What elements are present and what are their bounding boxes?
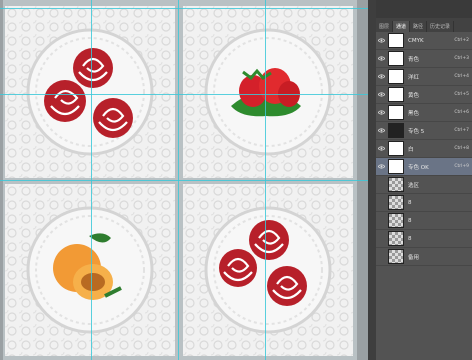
channel-name: 8 xyxy=(408,199,412,206)
tile-apricot xyxy=(5,184,175,356)
document-canvas[interactable] xyxy=(0,0,368,360)
visibility-eye-icon[interactable] xyxy=(376,122,387,139)
channel-shortcut: Ctrl+8 xyxy=(454,146,469,151)
tile-roses-bottom-right xyxy=(183,184,353,356)
visibility-eye-icon[interactable] xyxy=(376,158,387,175)
visibility-eye-icon[interactable] xyxy=(376,50,387,67)
channel-name: 青色 xyxy=(408,56,420,63)
channel-shortcut: Ctrl+9 xyxy=(454,164,469,169)
channel-thumbnail xyxy=(388,33,404,48)
channel-name: 黄色 xyxy=(408,92,420,99)
channel-name: 白 xyxy=(408,146,414,153)
channel-thumbnail xyxy=(388,123,404,138)
channel-row[interactable]: 8 xyxy=(376,212,472,230)
channel-thumbnail xyxy=(388,249,404,264)
channel-row[interactable]: CMYK Ctrl+2 xyxy=(376,32,472,50)
tab-history[interactable]: 历史记录 xyxy=(427,21,455,32)
guide-line[interactable] xyxy=(178,0,179,360)
visibility-eye-icon[interactable] xyxy=(376,68,387,85)
channel-name: 洋红 xyxy=(408,74,420,81)
visibility-eye-icon[interactable] xyxy=(376,194,387,211)
channel-shortcut: Ctrl+7 xyxy=(454,128,469,133)
channel-name: 专色 5 xyxy=(408,128,425,135)
channel-row[interactable]: 专色 OK Ctrl+9 xyxy=(376,158,472,176)
visibility-eye-icon[interactable] xyxy=(376,248,387,265)
channel-row[interactable]: 青色 Ctrl+3 xyxy=(376,50,472,68)
channel-row[interactable]: 黑色 Ctrl+6 xyxy=(376,104,472,122)
channel-name: 黑色 xyxy=(408,110,420,117)
channel-row[interactable]: 专色 5 Ctrl+7 xyxy=(376,122,472,140)
channel-shortcut: Ctrl+6 xyxy=(454,110,469,115)
channels-panel: 图层 通道 路径 历史记录 CMYK Ctrl+2 青色 Ctrl+3 洋红 Ctrl+4… xyxy=(368,0,472,360)
channel-name: CMYK xyxy=(408,37,424,44)
channel-thumbnail xyxy=(388,177,404,192)
channel-shortcut: Ctrl+2 xyxy=(454,38,469,43)
tile-roses-top-left xyxy=(5,6,175,178)
channel-thumbnail xyxy=(388,87,404,102)
tab-layers[interactable]: 图层 xyxy=(376,21,394,32)
channel-thumbnail xyxy=(388,141,404,156)
channel-thumbnail xyxy=(388,231,404,246)
channel-list: CMYK Ctrl+2 青色 Ctrl+3 洋红 Ctrl+4 黄色 Ctrl+5 黑色 Ctrl… xyxy=(376,32,472,266)
panel-tabs: 图层 通道 路径 历史记录 xyxy=(376,18,472,32)
channel-row[interactable]: 选区 xyxy=(376,176,472,194)
visibility-eye-icon[interactable] xyxy=(376,104,387,121)
visibility-eye-icon[interactable] xyxy=(376,212,387,229)
channel-name: 备用 xyxy=(408,254,420,261)
channel-row[interactable]: 8 xyxy=(376,194,472,212)
channel-name: 专色 OK xyxy=(408,164,429,171)
channel-row[interactable]: 8 xyxy=(376,230,472,248)
lace-doily-pattern xyxy=(5,6,175,178)
guide-line[interactable] xyxy=(265,0,266,360)
panel-header xyxy=(376,0,472,18)
visibility-eye-icon[interactable] xyxy=(376,86,387,103)
tab-paths[interactable]: 路径 xyxy=(410,21,428,32)
channel-thumbnail xyxy=(388,105,404,120)
visibility-eye-icon[interactable] xyxy=(376,140,387,157)
panel-collapse-strip[interactable] xyxy=(368,0,376,360)
visibility-eye-icon[interactable] xyxy=(376,176,387,193)
channel-thumbnail xyxy=(388,159,404,174)
channel-thumbnail xyxy=(388,51,404,66)
guide-line[interactable] xyxy=(91,0,92,360)
channel-row[interactable]: 备用 xyxy=(376,248,472,266)
channel-thumbnail xyxy=(388,195,404,210)
channel-shortcut: Ctrl+3 xyxy=(454,56,469,61)
channel-thumbnail xyxy=(388,213,404,228)
channel-name: 选区 xyxy=(408,182,420,189)
channel-name: 8 xyxy=(408,217,412,224)
channel-shortcut: Ctrl+4 xyxy=(454,74,469,79)
guide-line[interactable] xyxy=(0,180,368,181)
guide-line[interactable] xyxy=(0,94,368,95)
visibility-eye-icon[interactable] xyxy=(376,32,387,49)
channel-row[interactable]: 黄色 Ctrl+5 xyxy=(376,86,472,104)
channel-row[interactable]: 白 Ctrl+8 xyxy=(376,140,472,158)
channel-thumbnail xyxy=(388,69,404,84)
channel-row[interactable]: 洋红 Ctrl+4 xyxy=(376,68,472,86)
guide-line[interactable] xyxy=(0,8,368,9)
channel-name: 8 xyxy=(408,235,412,242)
visibility-eye-icon[interactable] xyxy=(376,230,387,247)
tab-channels[interactable]: 通道 xyxy=(393,21,411,32)
tile-strawberries xyxy=(183,6,353,178)
channel-shortcut: Ctrl+5 xyxy=(454,92,469,97)
